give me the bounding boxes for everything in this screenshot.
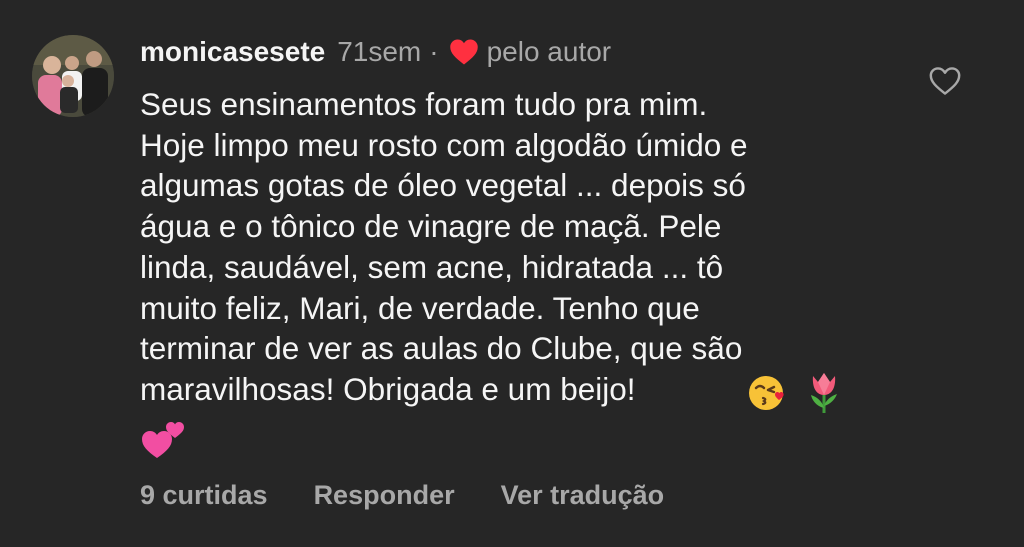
heart-filled-icon [449, 38, 479, 66]
comment-item: monicasesete 71sem · pelo autor Seus ens… [0, 0, 1024, 547]
comment-text: Seus ensinamentos foram tudo pra mim. Ho… [140, 86, 748, 407]
comment-header: monicasesete 71sem · pelo autor [140, 34, 611, 70]
comment-actions: 9 curtidas Responder Ver tradução [140, 480, 664, 511]
heart-outline-icon[interactable] [928, 66, 962, 96]
emoji-group [746, 371, 844, 418]
author-badge: pelo autor [486, 36, 612, 67]
tulip-icon [804, 370, 844, 419]
kissing-face-with-heart-icon [746, 371, 790, 418]
timestamp: 71sem [337, 36, 422, 67]
reply-button[interactable]: Responder [314, 480, 455, 511]
translate-button[interactable]: Ver tradução [501, 480, 665, 511]
two-hearts-icon [141, 416, 189, 460]
likes-count[interactable]: 9 curtidas [140, 480, 268, 511]
avatar[interactable] [32, 35, 114, 117]
separator-dot: · [429, 36, 439, 67]
username[interactable]: monicasesete [140, 36, 325, 68]
